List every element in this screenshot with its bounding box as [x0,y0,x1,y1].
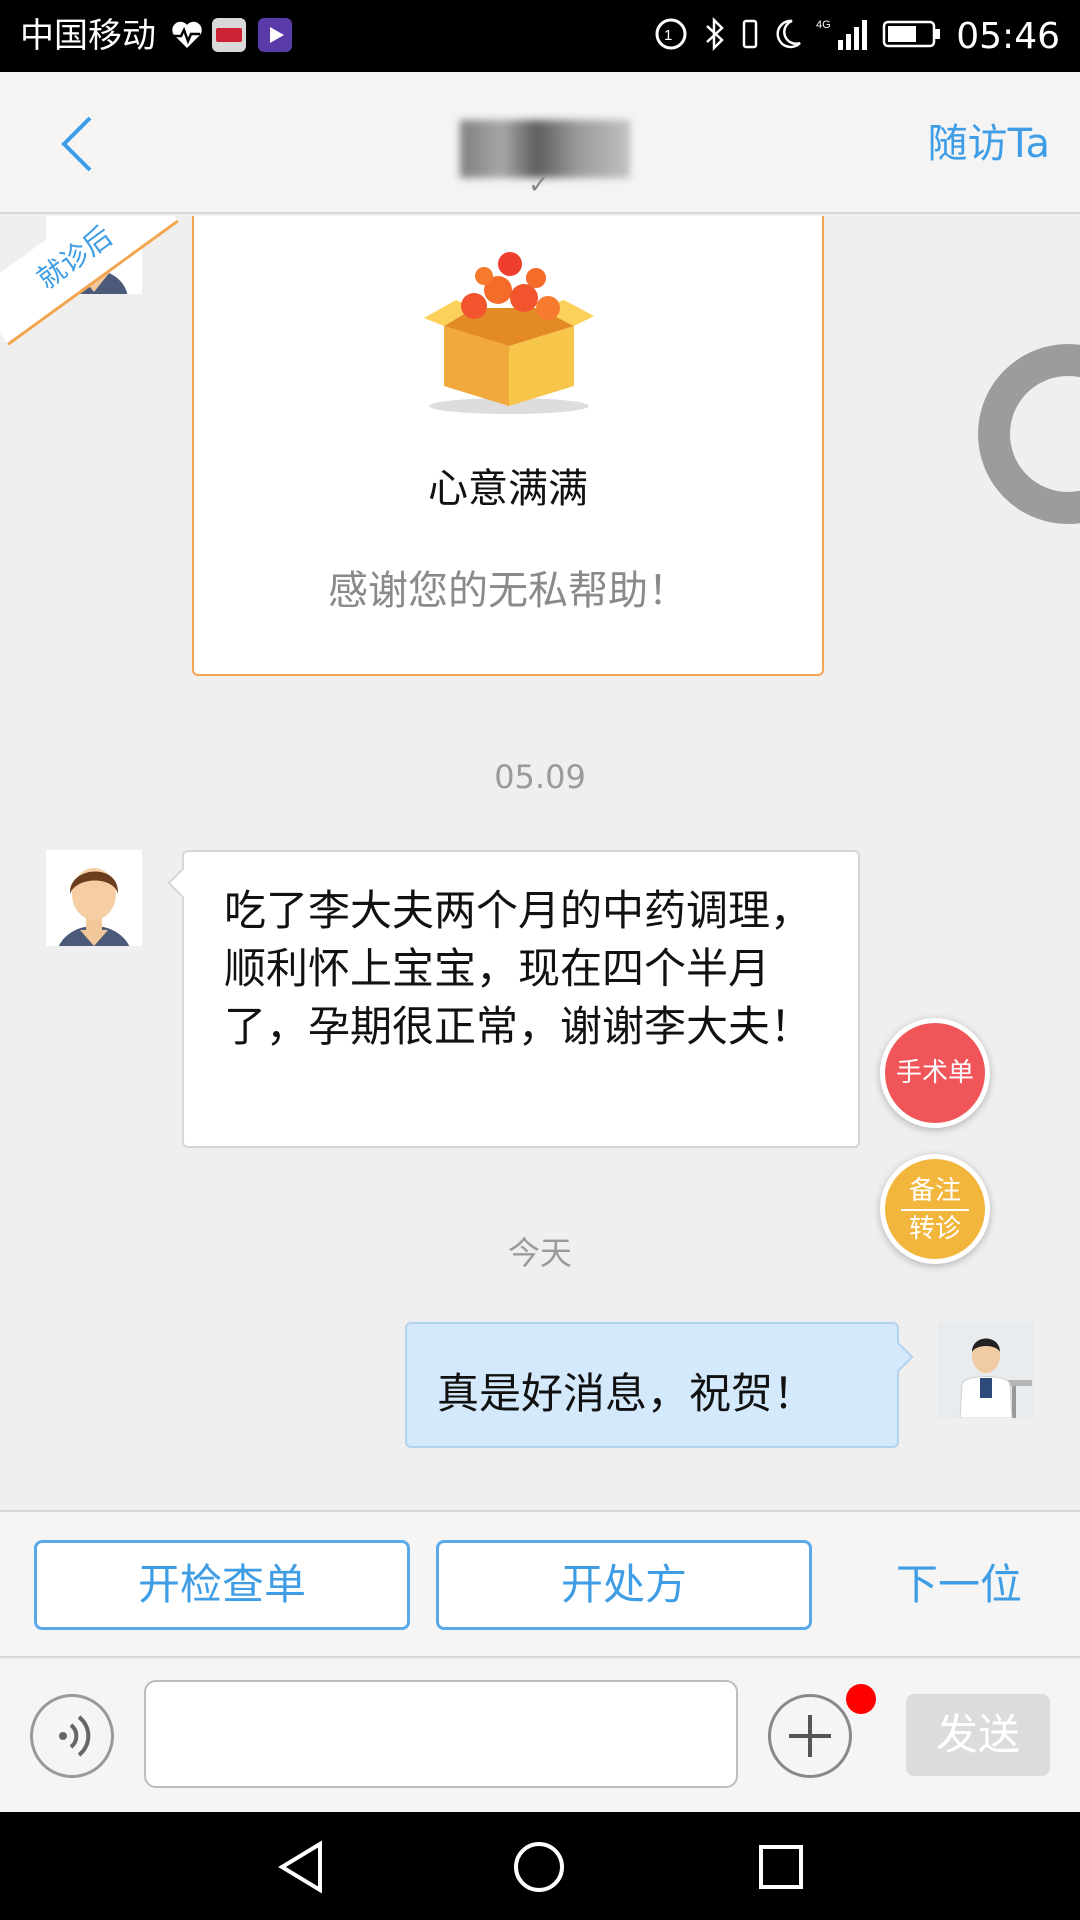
note-label: 备注 [901,1173,969,1211]
carrier-name: 中国移动 [20,16,156,56]
patient-avatar[interactable] [46,850,142,946]
loading-spinner [978,344,1080,524]
surgery-form-label: 手术单 [895,1058,974,1088]
prescription-button[interactable]: 开处方 [436,1540,812,1630]
input-bar: 发送 [0,1660,1080,1812]
svg-text:4G: 4G [816,19,831,31]
bubble-tail [167,867,199,899]
follow-up-button[interactable]: 随访Ta [928,116,1050,172]
news-app-icon [212,18,246,52]
nav-recents-icon[interactable] [756,1842,806,1896]
chat-messages[interactable]: 就诊后 心意满满 感谢您的无私帮助！ 05.09 吃了李大夫两个月的中药调理，顺… [0,216,1080,1508]
video-app-icon [258,18,292,52]
voice-input-icon[interactable] [30,1694,114,1778]
next-patient-button[interactable]: 下一位 [896,1540,1022,1630]
doctor-avatar[interactable] [938,1322,1034,1418]
hd-call-icon: 1 [654,17,688,55]
status-time: 05:46 [956,15,1060,57]
date-separator: 05.09 [494,758,586,796]
bubble-tail [882,1341,914,1373]
patient-message-bubble[interactable]: 吃了李大夫两个月的中药调理，顺利怀上宝宝，现在四个半月了，孕期很正常，谢谢李大夫… [167,850,860,1148]
doctor-message-bubble[interactable]: 真是好消息，祝贺！ [405,1322,914,1448]
gift-message: 感谢您的无私帮助！ [328,568,688,614]
vibrate-icon [742,17,758,55]
verified-check-icon: ✓ [528,170,550,200]
gift-card[interactable]: 心意满满 感谢您的无私帮助！ [192,216,824,676]
bluetooth-icon [702,16,728,56]
status-icons: 1 4G 05:46 [654,12,1060,60]
action-bar: 开检查单 开处方 下一位 [0,1510,1080,1658]
heart-monitor-icon [170,18,204,56]
notification-dot [846,1684,876,1714]
back-icon[interactable] [52,114,112,174]
gift-box-hearts-icon [414,246,604,420]
nav-back-icon[interactable] [276,1840,328,1898]
battery-icon [882,19,942,53]
post-visit-ribbon: 就诊后 [0,216,179,346]
send-button[interactable]: 发送 [906,1694,1050,1776]
plus-icon[interactable] [768,1694,852,1778]
nav-home-icon[interactable] [512,1840,566,1898]
signal-4g-icon: 4G [816,16,868,56]
svg-text:1: 1 [664,27,672,44]
patient-message-text: 吃了李大夫两个月的中药调理，顺利怀上宝宝，现在四个半月了，孕期很正常，谢谢李大夫… [224,886,813,1051]
exam-order-button[interactable]: 开检查单 [34,1540,410,1630]
doctor-message-text: 真是好消息，祝贺！ [437,1369,816,1418]
surgery-form-button[interactable]: 手术单 [880,1018,990,1128]
system-nav-bar [0,1812,1080,1920]
message-input[interactable] [144,1680,738,1788]
chat-header: ✓ 随访Ta [0,72,1080,214]
gift-title: 心意满满 [428,466,588,512]
status-bar: 中国移动 1 4G 05:46 [0,0,1080,72]
date-separator: 今天 [507,1234,572,1272]
moon-icon [772,17,802,55]
